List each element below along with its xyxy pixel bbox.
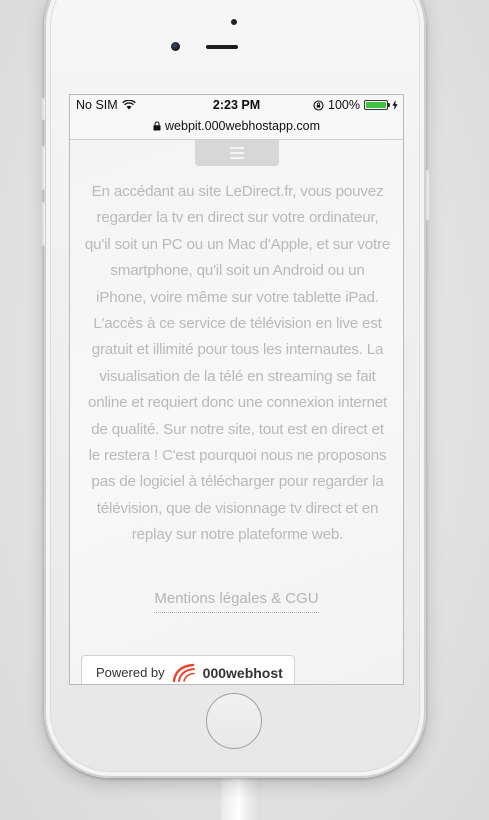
battery-group: 100% bbox=[313, 98, 398, 112]
hamburger-icon-bar bbox=[230, 152, 244, 154]
power-button bbox=[425, 170, 429, 220]
orientation-lock-icon bbox=[313, 99, 324, 111]
legal-link[interactable]: Mentions légales & CGU bbox=[154, 590, 319, 613]
intro-paragraph: En accédant au site LeDirect.fr, vous po… bbox=[84, 183, 391, 544]
powered-by-label: Powered by bbox=[96, 665, 165, 680]
battery-fill bbox=[366, 102, 386, 108]
battery-percent: 100% bbox=[328, 98, 360, 112]
menu-toggle-button[interactable] bbox=[195, 140, 279, 166]
hamburger-icon bbox=[230, 147, 244, 149]
volume-down-button bbox=[41, 202, 45, 246]
battery-icon bbox=[364, 100, 390, 110]
front-camera-icon bbox=[171, 42, 180, 51]
proximity-sensor bbox=[231, 19, 237, 25]
volume-up-button bbox=[41, 146, 45, 190]
charging-bolt-icon bbox=[392, 100, 398, 110]
url-text: webpit.000webhostapp.com bbox=[165, 119, 320, 133]
device-mockup: No SIM 2:23 PM 100% webpit.000webhostapp… bbox=[0, 0, 489, 820]
address-bar[interactable]: webpit.000webhostapp.com bbox=[70, 115, 403, 137]
home-button[interactable] bbox=[206, 693, 262, 749]
hamburger-icon-bar bbox=[230, 157, 244, 159]
000webhost-logo-icon bbox=[172, 663, 195, 682]
legal-footer: Mentions légales & CGU bbox=[70, 590, 403, 613]
status-bar: No SIM 2:23 PM 100% bbox=[70, 95, 403, 115]
powered-by-brand: 000webhost bbox=[202, 664, 283, 681]
mute-switch bbox=[41, 98, 45, 120]
earpiece-speaker bbox=[206, 45, 238, 49]
lock-icon bbox=[153, 121, 161, 131]
phone-screen: No SIM 2:23 PM 100% webpit.000webhostapp… bbox=[69, 94, 404, 685]
web-page: En accédant au site LeDirect.fr, vous po… bbox=[70, 140, 403, 684]
powered-by-badge[interactable]: Powered by 000webhost bbox=[81, 655, 295, 684]
